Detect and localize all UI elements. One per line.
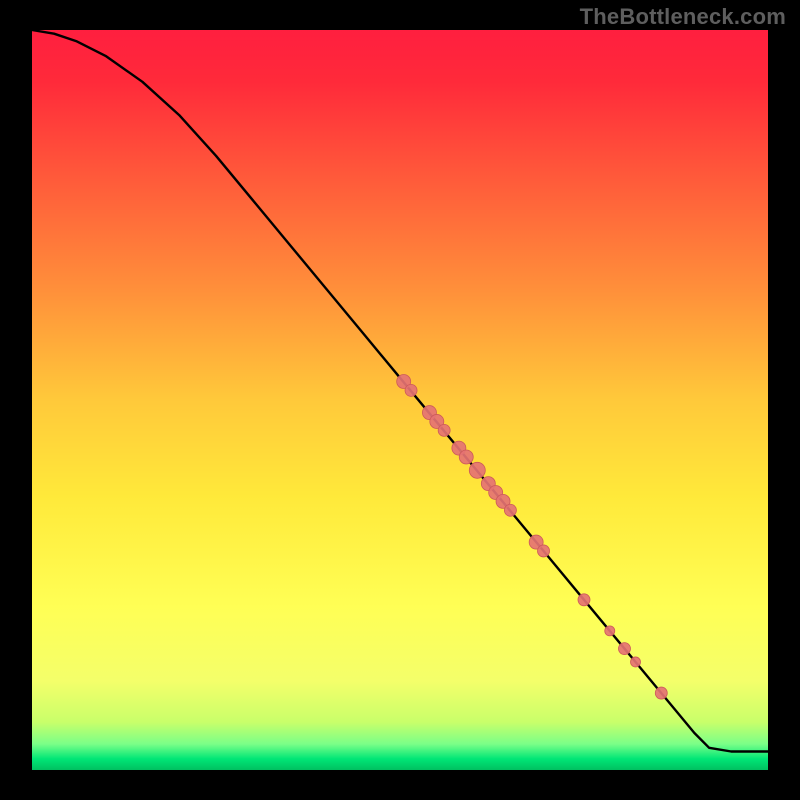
watermark-text: TheBottleneck.com (580, 4, 786, 30)
data-point (504, 504, 516, 516)
data-point (578, 594, 590, 606)
chart-stage: TheBottleneck.com (0, 0, 800, 800)
data-point (405, 384, 417, 396)
plot-background (32, 30, 768, 770)
data-point (469, 462, 485, 478)
data-point (605, 626, 615, 636)
data-point (459, 450, 473, 464)
data-point (631, 657, 641, 667)
data-point (538, 545, 550, 557)
chart-svg (0, 0, 800, 800)
data-point (618, 643, 630, 655)
data-point (438, 424, 450, 436)
data-point (655, 687, 667, 699)
